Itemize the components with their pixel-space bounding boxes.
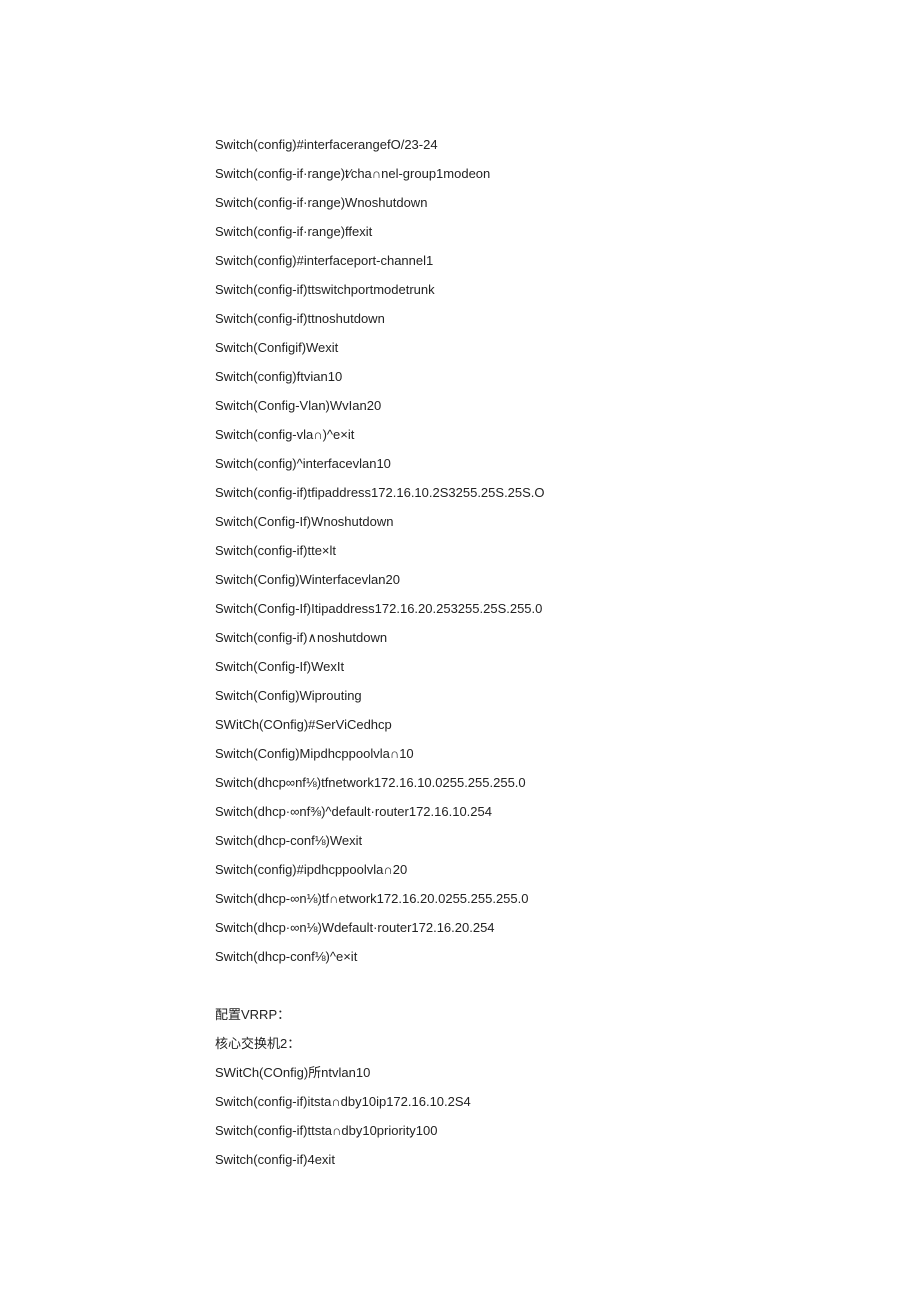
config-line: Switch(config-if)ttsta∩dby10priority100 [215,1116,920,1145]
config-line: Switch(Config-If)Itipaddress172.16.20.25… [215,594,920,623]
config-line: Switch(config)^interfacevlan10 [215,449,920,478]
config-line: Switch(Config)Mipdhcppoolvla∩10 [215,739,920,768]
config-line: Switch(config-if·range)ffexit [215,217,920,246]
config-line: Switch(Configif)Wexit [215,333,920,362]
config-line: Switch(config-if·range)t⁄cha∩nel-group1m… [215,159,920,188]
config-line: Switch(config-if)∧noshutdown [215,623,920,652]
config-line: Switch(dhcp·∞nf⅜)^default·router172.16.1… [215,797,920,826]
blank-line [215,971,920,1000]
config-line: Switch(config-if)4exit [215,1145,920,1174]
config-line: Switch(dhcp∞nf⅛)tfnetwork172.16.10.0255.… [215,768,920,797]
config-line: Switch(config-if)itsta∩dby10ip172.16.10.… [215,1087,920,1116]
config-line: Switch(dhcp-∞n⅛)tf∩etwork172.16.20.0255.… [215,884,920,913]
config-line: Switch(config)#ipdhcppoolvla∩20 [215,855,920,884]
config-line: Switch(config-if)ttswitchportmodetrunk [215,275,920,304]
config-line: Switch(Config-If)Wnoshutdown [215,507,920,536]
config-line: Switch(config)ftvian10 [215,362,920,391]
config-line: Switch(config-if·range)Wnoshutdown [215,188,920,217]
config-line: Switch(config-if)tte×lt [215,536,920,565]
config-block-2: 配置VRRP： 核心交换机2： SWitCh(COnfig)所ntvlan10 … [215,1000,920,1174]
section-heading: 配置VRRP： [215,1000,920,1029]
config-line: Switch(config)#interfaceport-channel1 [215,246,920,275]
config-line: SWitCh(COnfig)#SerViCedhcp [215,710,920,739]
config-line: Switch(config-vla∩)^e×it [215,420,920,449]
config-line: Switch(Config)Wiprouting [215,681,920,710]
config-line: Switch(config-if)tfipaddress172.16.10.2S… [215,478,920,507]
config-line: Switch(Config-If)WexIt [215,652,920,681]
config-line: SWitCh(COnfig)所ntvlan10 [215,1058,920,1087]
config-line: Switch(dhcp-conf⅛)^e×it [215,942,920,971]
config-line: Switch(config)#interfacerangefO/23-24 [215,130,920,159]
config-line: Switch(dhcp-conf⅛)Wexit [215,826,920,855]
section-subheading: 核心交换机2： [215,1029,920,1058]
config-line: Switch(dhcp·∞n⅛)Wdefault·router172.16.20… [215,913,920,942]
config-block-1: Switch(config)#interfacerangefO/23-24 Sw… [215,130,920,971]
config-line: Switch(config-if)ttnoshutdown [215,304,920,333]
config-line: Switch(Config-Vlan)WvIan20 [215,391,920,420]
config-line: Switch(Config)Winterfacevlan20 [215,565,920,594]
